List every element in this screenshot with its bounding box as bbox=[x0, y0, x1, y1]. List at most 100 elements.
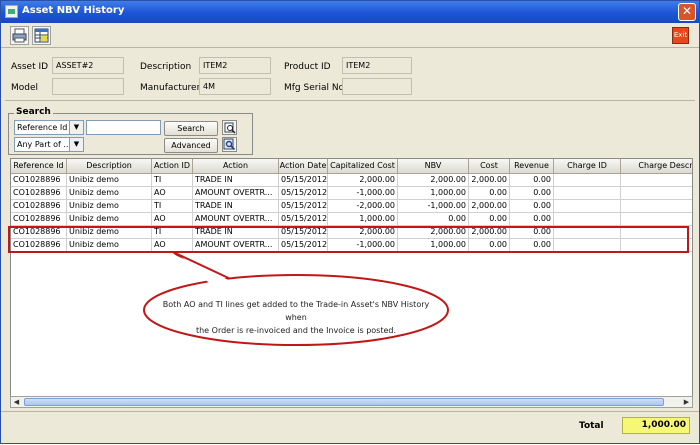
callout-line-1: Both AO and TI lines get added to the Tr… bbox=[162, 300, 430, 322]
table-view-button[interactable] bbox=[32, 26, 51, 45]
horizontal-scrollbar[interactable]: ◀ ▶ bbox=[10, 396, 693, 408]
cell-action: AMOUNT OVERTR... bbox=[193, 213, 279, 226]
product-id-field: ITEM2 bbox=[342, 57, 412, 74]
cell-cost: 2,000.00 bbox=[469, 200, 510, 213]
cell-charge-description bbox=[621, 200, 692, 213]
callout-line-2: the Order is re-invoiced and the Invoice… bbox=[195, 326, 397, 335]
cell-action: TRADE IN bbox=[193, 200, 279, 213]
cell-charge-id bbox=[554, 174, 621, 187]
col-cost[interactable]: Cost bbox=[469, 159, 510, 174]
cell-reference-id: CO1028896 bbox=[11, 174, 67, 187]
window-title: Asset NBV History bbox=[22, 5, 125, 16]
magnifier-icon bbox=[223, 138, 236, 151]
manufacturer-field: 4M bbox=[199, 78, 271, 95]
table-header: Reference Id Description Action ID Actio… bbox=[11, 159, 692, 174]
exit-button[interactable]: Exit bbox=[672, 27, 689, 44]
chevron-down-icon[interactable]: ▼ bbox=[69, 138, 83, 151]
cell-charge-description bbox=[621, 174, 692, 187]
total-label: Total bbox=[579, 421, 604, 431]
col-capitalized-cost[interactable]: Capitalized Cost bbox=[328, 159, 398, 174]
col-reference-id[interactable]: Reference Id bbox=[11, 159, 67, 174]
cell-action-id: AO bbox=[152, 187, 193, 200]
cell-capitalized-cost: 1,000.00 bbox=[328, 213, 398, 226]
cell-capitalized-cost: -1,000.00 bbox=[328, 187, 398, 200]
search-button[interactable]: Search bbox=[164, 121, 218, 136]
cell-action: TRADE IN bbox=[193, 174, 279, 187]
cell-charge-description bbox=[621, 213, 692, 226]
cell-action-date: 05/15/2012 bbox=[279, 174, 328, 187]
description-field: ITEM2 bbox=[199, 57, 271, 74]
scroll-left-icon[interactable]: ◀ bbox=[11, 397, 22, 407]
chevron-down-icon[interactable]: ▼ bbox=[69, 121, 83, 134]
table-row[interactable]: CO1028896 Unibiz demo TI TRADE IN 05/15/… bbox=[11, 174, 692, 187]
col-action-id[interactable]: Action ID bbox=[152, 159, 193, 174]
binoculars-icon bbox=[224, 122, 236, 134]
highlight-box bbox=[8, 226, 689, 253]
cell-capitalized-cost: 2,000.00 bbox=[328, 174, 398, 187]
col-description[interactable]: Description bbox=[67, 159, 152, 174]
scrollbar-thumb[interactable] bbox=[24, 398, 664, 406]
print-button[interactable] bbox=[10, 26, 29, 45]
asset-nbv-history-window: Asset NBV History ✕ Exit Asset ID ASSET#… bbox=[0, 0, 700, 444]
cell-nbv: -1,000.00 bbox=[398, 200, 469, 213]
cell-description: Unibiz demo bbox=[67, 200, 152, 213]
nbv-history-table: Reference Id Description Action ID Actio… bbox=[10, 158, 693, 408]
app-icon bbox=[5, 5, 18, 18]
model-field bbox=[52, 78, 124, 95]
asset-id-label: Asset ID bbox=[11, 62, 49, 72]
cell-reference-id: CO1028896 bbox=[11, 200, 67, 213]
cell-revenue: 0.00 bbox=[510, 213, 554, 226]
cell-cost: 2,000.00 bbox=[469, 174, 510, 187]
col-action-date[interactable]: Action Date bbox=[279, 159, 328, 174]
cell-charge-id bbox=[554, 187, 621, 200]
description-label: Description bbox=[140, 62, 192, 72]
cell-cost: 0.00 bbox=[469, 187, 510, 200]
divider bbox=[5, 100, 695, 101]
cell-capitalized-cost: -2,000.00 bbox=[328, 200, 398, 213]
match-type-select[interactable]: Any Part of ... ▼ bbox=[14, 137, 84, 152]
cell-description: Unibiz demo bbox=[67, 174, 152, 187]
table-row[interactable]: CO1028896 Unibiz demo TI TRADE IN 05/15/… bbox=[11, 200, 692, 213]
cell-nbv: 0.00 bbox=[398, 213, 469, 226]
cell-action-id: AO bbox=[152, 213, 193, 226]
cell-cost: 0.00 bbox=[469, 213, 510, 226]
search-field-select-value: Reference Id bbox=[17, 123, 68, 132]
cell-charge-description bbox=[621, 187, 692, 200]
search-panel-title: Search bbox=[14, 107, 53, 117]
lookup-button[interactable] bbox=[222, 120, 237, 135]
col-nbv[interactable]: NBV bbox=[398, 159, 469, 174]
cell-charge-id bbox=[554, 213, 621, 226]
grid-icon bbox=[34, 28, 49, 43]
col-action[interactable]: Action bbox=[193, 159, 279, 174]
cell-action-date: 05/15/2012 bbox=[279, 187, 328, 200]
cell-action-date: 05/15/2012 bbox=[279, 200, 328, 213]
callout-text: Both AO and TI lines get added to the Tr… bbox=[151, 298, 441, 337]
search-field-select[interactable]: Reference Id ▼ bbox=[14, 120, 84, 135]
cell-reference-id: CO1028896 bbox=[11, 213, 67, 226]
col-charge-description[interactable]: Charge Descr bbox=[621, 159, 692, 174]
table-row[interactable]: CO1028896 Unibiz demo AO AMOUNT OVERTR..… bbox=[11, 187, 692, 200]
search-input[interactable] bbox=[86, 120, 161, 135]
cell-description: Unibiz demo bbox=[67, 187, 152, 200]
product-id-label: Product ID bbox=[284, 62, 331, 72]
toolbar: Exit bbox=[1, 23, 699, 48]
mfg-serial-label: Mfg Serial No bbox=[284, 83, 345, 93]
cell-revenue: 0.00 bbox=[510, 200, 554, 213]
advanced-button[interactable]: Advanced bbox=[164, 138, 218, 153]
cell-action-date: 05/15/2012 bbox=[279, 213, 328, 226]
cell-action: AMOUNT OVERTR... bbox=[193, 187, 279, 200]
mfg-serial-field bbox=[342, 78, 412, 95]
scroll-right-icon[interactable]: ▶ bbox=[681, 397, 692, 407]
cell-reference-id: CO1028896 bbox=[11, 187, 67, 200]
title-bar: Asset NBV History ✕ bbox=[1, 1, 699, 23]
advanced-search-icon-button[interactable] bbox=[222, 137, 237, 152]
table-row[interactable]: CO1028896 Unibiz demo AO AMOUNT OVERTR..… bbox=[11, 213, 692, 226]
match-type-select-value: Any Part of ... bbox=[17, 140, 72, 149]
asset-id-field: ASSET#2 bbox=[52, 57, 124, 74]
manufacturer-label: Manufacturer bbox=[140, 83, 201, 93]
model-label: Model bbox=[11, 83, 39, 93]
close-button[interactable]: ✕ bbox=[678, 3, 696, 21]
col-revenue[interactable]: Revenue bbox=[510, 159, 554, 174]
col-charge-id[interactable]: Charge ID bbox=[554, 159, 621, 174]
cell-action-id: TI bbox=[152, 174, 193, 187]
